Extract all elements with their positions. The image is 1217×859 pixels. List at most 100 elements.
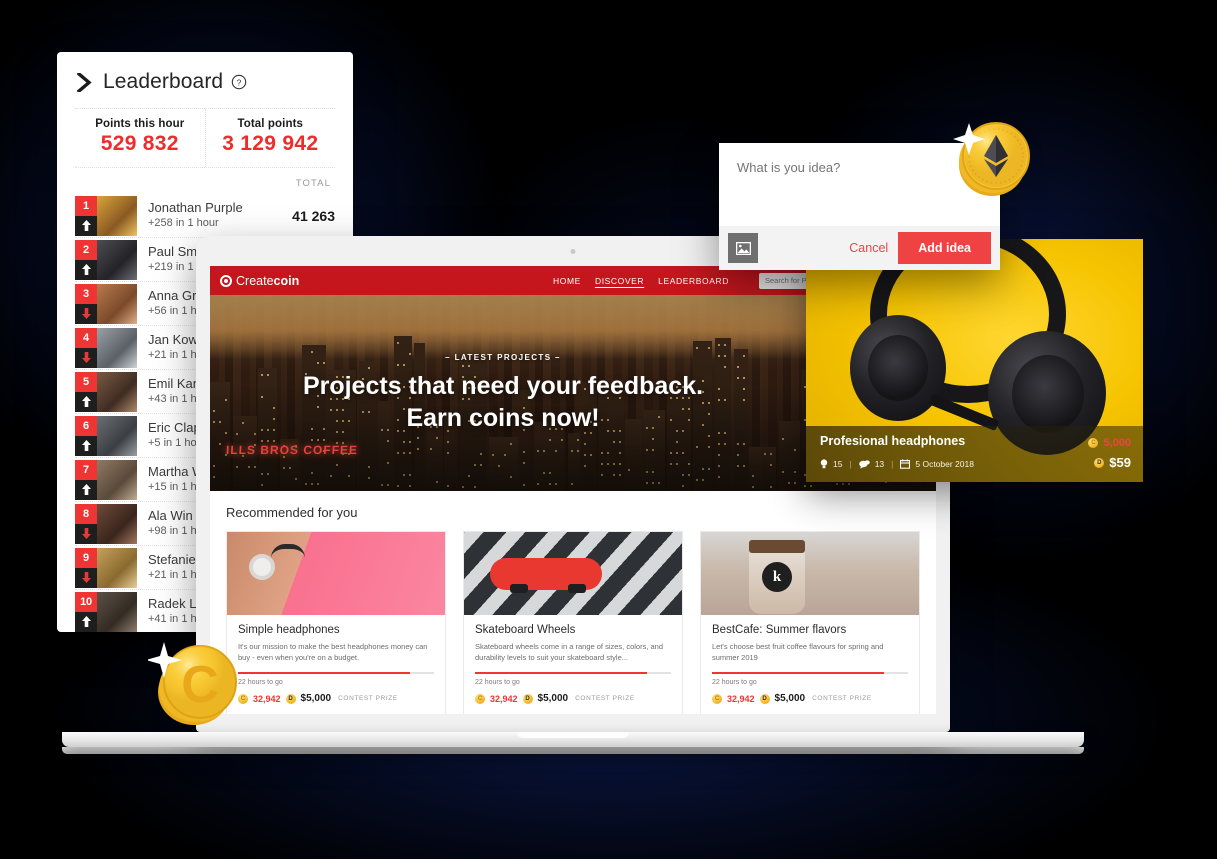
headphone-earpad-left xyxy=(868,335,928,401)
project-rewards: C 32,942 D $5,000 CONTEST PRIZE xyxy=(712,693,908,704)
contest-prize-label: CONTEST PRIZE xyxy=(575,695,635,702)
stat-value: 3 129 942 xyxy=(222,132,319,155)
rank-indicator: 8 xyxy=(75,503,97,544)
project-card-body: Skateboard Wheels Skateboard wheels come … xyxy=(464,615,682,714)
target-icon xyxy=(220,274,232,287)
column-header-total: TOTAL xyxy=(295,178,331,189)
project-cash: $5,000 xyxy=(300,693,332,704)
attach-image-button[interactable] xyxy=(728,233,758,263)
avatar xyxy=(97,415,137,456)
dollar-coin-icon: D xyxy=(1094,457,1105,468)
screenshot-canvas: Leaderboard ? Points this hour 529 832 T… xyxy=(0,0,1217,859)
svg-text:?: ? xyxy=(237,77,242,87)
avatar xyxy=(97,459,137,500)
rank-indicator: 9 xyxy=(75,547,97,588)
avatar xyxy=(97,239,137,280)
rank-indicator: 1 xyxy=(75,195,97,236)
rank-indicator: 7 xyxy=(75,459,97,500)
project-meta: 15 | 13 | 5 October 2018 xyxy=(820,459,974,469)
question-circle-icon[interactable]: ? xyxy=(231,74,247,90)
cancel-button[interactable]: Cancel xyxy=(849,241,888,255)
rank-number: 3 xyxy=(75,283,97,304)
table-row[interactable]: 1 Jonathan Purple +258 in 1 hour 41 263 xyxy=(75,194,335,238)
project-coins: 32,942 xyxy=(253,693,281,704)
stat-points-this-hour: Points this hour 529 832 xyxy=(75,109,205,167)
avatar xyxy=(97,327,137,368)
cash-price-value: $59 xyxy=(1109,455,1131,470)
chevron-right-icon[interactable] xyxy=(77,72,92,92)
project-time-remaining: 22 hours to go xyxy=(712,679,757,686)
project-card[interactable]: Skateboard Wheels Skateboard wheels come … xyxy=(463,531,683,714)
dollar-coin-icon: D xyxy=(759,693,770,704)
avatar xyxy=(97,371,137,412)
project-rewards: C 32,942 D $5,000 CONTEST PRIZE xyxy=(238,693,434,704)
laptop-base-shadow xyxy=(62,747,1084,754)
createcoin-coin: C xyxy=(146,632,240,725)
stat-value: 529 832 xyxy=(100,132,179,155)
nav-link-leaderboard[interactable]: LEADERBOARD xyxy=(658,276,729,286)
project-card[interactable]: Simple headphones It's our mission to mak… xyxy=(226,531,446,714)
rank-indicator: 2 xyxy=(75,239,97,280)
meta-separator: | xyxy=(849,459,852,469)
laptop-notch xyxy=(517,732,629,738)
project-description: Skateboard wheels come in a range of siz… xyxy=(475,642,664,662)
meta-comments-value: 13 xyxy=(874,459,885,469)
hero-headline: Projects that need your feedback. Earn c… xyxy=(303,370,703,434)
recommended-section: Recommended for you Simple headphones It'… xyxy=(210,491,936,714)
project-card-list: Simple headphones It's our mission to mak… xyxy=(226,531,920,714)
featured-project-panel[interactable]: Profesional headphones 15 | 13 | 5 Octob… xyxy=(806,239,1143,482)
rank-number: 5 xyxy=(75,371,97,392)
rank-indicator: 4 xyxy=(75,327,97,368)
rank-number: 4 xyxy=(75,327,97,348)
avatar xyxy=(97,591,137,632)
meta-ideas-value: 15 xyxy=(833,459,843,469)
project-time-remaining: 22 hours to go xyxy=(475,679,520,686)
coin-icon: C xyxy=(1088,438,1099,448)
project-description: Let's choose best fruit coffee flavours … xyxy=(712,642,884,662)
user-points: 41 263 xyxy=(292,207,335,224)
user-name: Jonathan Purple xyxy=(148,200,243,216)
project-time-remaining: 22 hours to go xyxy=(238,679,283,686)
trend-down-icon xyxy=(75,567,97,588)
trend-up-icon xyxy=(75,611,97,632)
coin-letter: C xyxy=(181,656,219,714)
section-title: Recommended for you xyxy=(226,505,358,520)
brand-name-first: Create xyxy=(236,273,274,288)
rank-number: 6 xyxy=(75,415,97,436)
idea-input[interactable] xyxy=(737,160,982,175)
idea-bulb-icon xyxy=(820,459,828,469)
add-idea-button[interactable]: Add idea xyxy=(898,232,991,264)
user-info: Jonathan Purple +258 in 1 hour xyxy=(137,200,286,231)
webcam-icon xyxy=(570,249,576,254)
progress-bar xyxy=(238,672,434,674)
meta-date: 5 October 2018 xyxy=(900,459,974,469)
project-card-body: BestCafe: Summer flavors Let's choose bes… xyxy=(701,615,919,714)
image-icon xyxy=(735,241,751,255)
rank-number: 1 xyxy=(75,195,97,216)
leaderboard-stats: Points this hour 529 832 Total points 3 … xyxy=(75,108,335,168)
progress-bar xyxy=(712,672,908,674)
trend-down-icon xyxy=(75,347,97,368)
project-coin-price: C 5,000 xyxy=(1088,437,1131,449)
project-rewards: C 32,942 D $5,000 CONTEST PRIZE xyxy=(475,693,671,704)
rank-indicator: 5 xyxy=(75,371,97,412)
nav-link-discover[interactable]: DISCOVER xyxy=(595,276,644,286)
rank-number: 10 xyxy=(75,591,97,612)
project-name: Simple headphones xyxy=(238,624,340,636)
project-title: Profesional headphones xyxy=(820,434,966,448)
nav-link-home[interactable]: HOME xyxy=(553,276,581,286)
coin-price-value: 5,000 xyxy=(1103,437,1131,449)
trend-up-icon xyxy=(75,259,97,280)
project-card[interactable]: k BestCafe: Summer flavors Let's choose be… xyxy=(700,531,920,714)
project-image xyxy=(227,532,445,615)
coin-icon: C xyxy=(712,693,722,704)
project-coins: 32,942 xyxy=(727,693,755,704)
project-name: BestCafe: Summer flavors xyxy=(712,624,847,636)
brand-logo[interactable]: Create coin xyxy=(220,274,299,288)
project-name: Skateboard Wheels xyxy=(475,624,576,636)
meta-comments: 13 xyxy=(858,459,885,469)
hero-headline-line2: Earn coins now! xyxy=(406,403,600,432)
ethereum-coin xyxy=(952,115,1038,201)
project-coins: 32,942 xyxy=(490,693,518,704)
trend-up-icon xyxy=(75,391,97,412)
